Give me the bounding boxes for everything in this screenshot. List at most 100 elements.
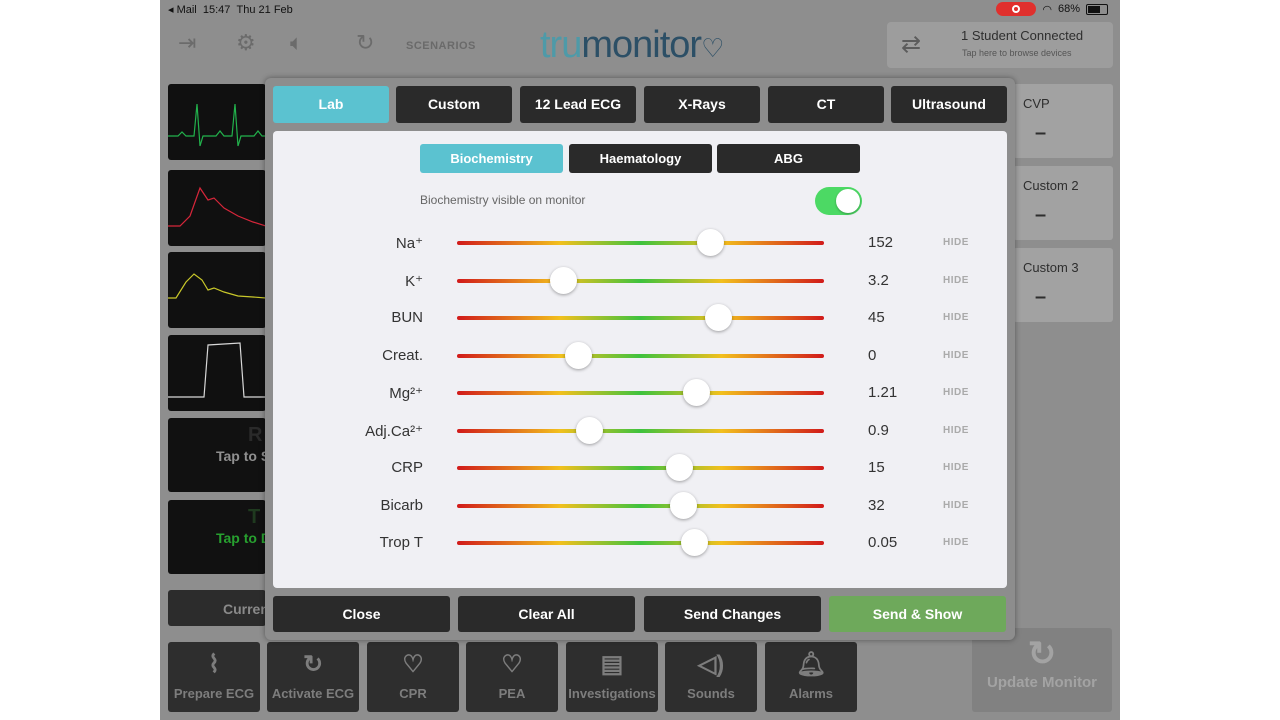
status-time: 15:47 — [202, 4, 231, 16]
wifi-icon: ◠ — [1042, 3, 1052, 16]
refresh-icon[interactable]: ↻ — [356, 30, 374, 56]
alarms-button[interactable]: 🔔︎ Alarms — [765, 642, 857, 712]
close-button[interactable]: Close — [273, 596, 450, 632]
tab-12-lead-ecg[interactable]: 12 Lead ECG — [520, 86, 636, 123]
hide-button[interactable]: HIDE — [943, 350, 969, 361]
update-monitor-button[interactable]: ↻ Update Monitor — [972, 628, 1112, 712]
gear-icon[interactable]: ⚙ — [236, 30, 256, 56]
value-slider-knob[interactable] — [704, 304, 732, 331]
hide-button[interactable]: HIDE — [943, 425, 969, 436]
hide-button[interactable]: HIDE — [943, 387, 969, 398]
investigations-modal: Lab Custom 12 Lead ECG X-Rays CT Ultraso… — [265, 78, 1015, 640]
value-slider-track[interactable] — [457, 229, 824, 256]
lab-row-value: 0.05 — [868, 534, 898, 551]
lab-row-label: Trop T — [379, 534, 423, 551]
lab-row: Na⁺ 152 HIDE — [273, 228, 1007, 258]
lab-panel: Biochemistry Haematology ABG Biochemistr… — [273, 131, 1007, 588]
value-slider-knob[interactable] — [669, 491, 697, 519]
lab-row-label: Creat. — [382, 346, 423, 364]
activate-ecg-button[interactable]: ↻ Activate ECG — [267, 642, 359, 712]
lab-row: Creat. 0 HIDE — [273, 341, 1007, 371]
value-slider-knob[interactable] — [666, 454, 694, 481]
value-slider-track[interactable] — [457, 529, 824, 556]
lab-row-label: K⁺ — [405, 272, 423, 290]
etco2-waveform[interactable] — [168, 335, 266, 411]
hide-button[interactable]: HIDE — [943, 462, 969, 473]
top-bar: ⇥ ⚙ 🔈︎ ↻ SCENARIOS trumonitor♡ ⇄ 1 Stude… — [160, 22, 1120, 72]
tab-custom[interactable]: Custom — [396, 86, 512, 123]
lab-row-label: Na⁺ — [395, 235, 423, 252]
hide-button[interactable]: HIDE — [943, 275, 969, 286]
subtab-haematology[interactable]: Haematology — [569, 144, 712, 173]
lab-row: Adj.Ca²⁺ 0.9 HIDE — [273, 416, 1007, 446]
lab-row-value: 32 — [868, 496, 885, 514]
abp-waveform[interactable] — [168, 170, 266, 246]
lab-row-value: 3.2 — [868, 271, 889, 289]
lab-row-label: Adj.Ca²⁺ — [365, 422, 423, 440]
sounds-button[interactable]: ◁) Sounds — [665, 642, 757, 712]
value-slider-knob[interactable] — [680, 529, 708, 556]
value-slider-track[interactable] — [457, 454, 824, 481]
tab-ultrasound[interactable]: Ultrasound — [891, 86, 1007, 123]
status-date: Thu 21 Feb — [236, 4, 293, 16]
ecg-trace — [168, 103, 266, 147]
clear-all-button[interactable]: Clear All — [458, 596, 635, 632]
tab-x-rays[interactable]: X-Rays — [644, 86, 760, 123]
exit-icon[interactable]: ⇥ — [178, 30, 196, 56]
lab-row-label: CRP — [391, 459, 423, 476]
temp-tap-box[interactable]: T Tap to Di — [168, 500, 266, 574]
tab-lab[interactable]: Lab — [273, 86, 389, 123]
cvp-card[interactable]: CVP – — [1013, 84, 1113, 158]
tab-ct[interactable]: CT — [768, 86, 884, 123]
visible-on-monitor-toggle[interactable] — [815, 187, 862, 215]
hide-button[interactable]: HIDE — [943, 237, 969, 248]
lab-row-label: Bicarb — [380, 496, 423, 514]
current-rhythm-button[interactable]: Curren — [168, 590, 266, 626]
lab-row-value: 1.21 — [868, 384, 898, 401]
lab-row: Mg²⁺ 1.21 HIDE — [273, 378, 1007, 408]
subtab-biochemistry[interactable]: Biochemistry — [420, 144, 563, 173]
visible-on-monitor-label: Biochemistry visible on monitor — [420, 193, 586, 207]
hide-button[interactable]: HIDE — [943, 312, 969, 323]
battery-percent: 68% — [1057, 3, 1080, 15]
devices-icon: ⇄ — [901, 31, 922, 58]
value-slider-knob[interactable] — [682, 379, 710, 406]
pea-button[interactable]: ♡ PEA — [466, 642, 558, 712]
scenarios-button[interactable]: SCENARIOS — [406, 40, 476, 52]
value-slider-knob[interactable] — [565, 341, 593, 369]
abp-trace — [168, 186, 266, 227]
send-and-show-button[interactable]: Send & Show — [829, 596, 1006, 632]
cpr-button[interactable]: ♡ CPR — [367, 642, 459, 712]
back-to-mail[interactable]: ◂ Mail — [168, 4, 197, 16]
speaker-icon: ◁) — [697, 651, 725, 678]
value-slider-track[interactable] — [457, 266, 824, 294]
value-slider-track[interactable] — [457, 379, 824, 406]
investigations-button[interactable]: ▤ Investigations — [566, 642, 658, 712]
value-slider-track[interactable] — [457, 416, 824, 444]
spo2-waveform[interactable] — [168, 252, 266, 328]
spo2-trace — [168, 273, 266, 299]
value-slider-track[interactable] — [457, 341, 824, 369]
value-slider-knob[interactable] — [697, 229, 725, 256]
speaker-icon[interactable]: 🔈︎ — [290, 30, 303, 56]
custom-3-card[interactable]: Custom 3 – — [1013, 248, 1113, 322]
battery-icon — [1086, 3, 1108, 15]
ecg-waveform[interactable] — [168, 84, 266, 160]
custom-2-card[interactable]: Custom 2 – — [1013, 166, 1113, 240]
ecg-wave-icon: ⌇ — [208, 651, 220, 678]
connected-devices-button[interactable]: ⇄ 1 Student Connected Tap here to browse… — [887, 22, 1113, 68]
prepare-ecg-button[interactable]: ⌇ Prepare ECG — [168, 642, 260, 712]
value-slider-track[interactable] — [457, 304, 824, 331]
bell-icon: 🔔︎ — [795, 651, 827, 678]
send-changes-button[interactable]: Send Changes — [644, 596, 821, 632]
ipad-screen: ◂ Mail 15:47 Thu 21 Feb ◠ 68% ⇥ ⚙ 🔈︎ ↻ S… — [160, 0, 1120, 720]
value-slider-track[interactable] — [457, 491, 824, 519]
lab-row-value: 45 — [868, 309, 885, 326]
lab-row-label: BUN — [391, 309, 423, 326]
subtab-abg[interactable]: ABG — [717, 144, 860, 173]
resp-tap-box[interactable]: R Tap to S — [168, 418, 266, 492]
value-slider-knob[interactable] — [576, 416, 604, 444]
hide-button[interactable]: HIDE — [943, 537, 969, 548]
hide-button[interactable]: HIDE — [943, 500, 969, 511]
value-slider-knob[interactable] — [550, 266, 578, 294]
